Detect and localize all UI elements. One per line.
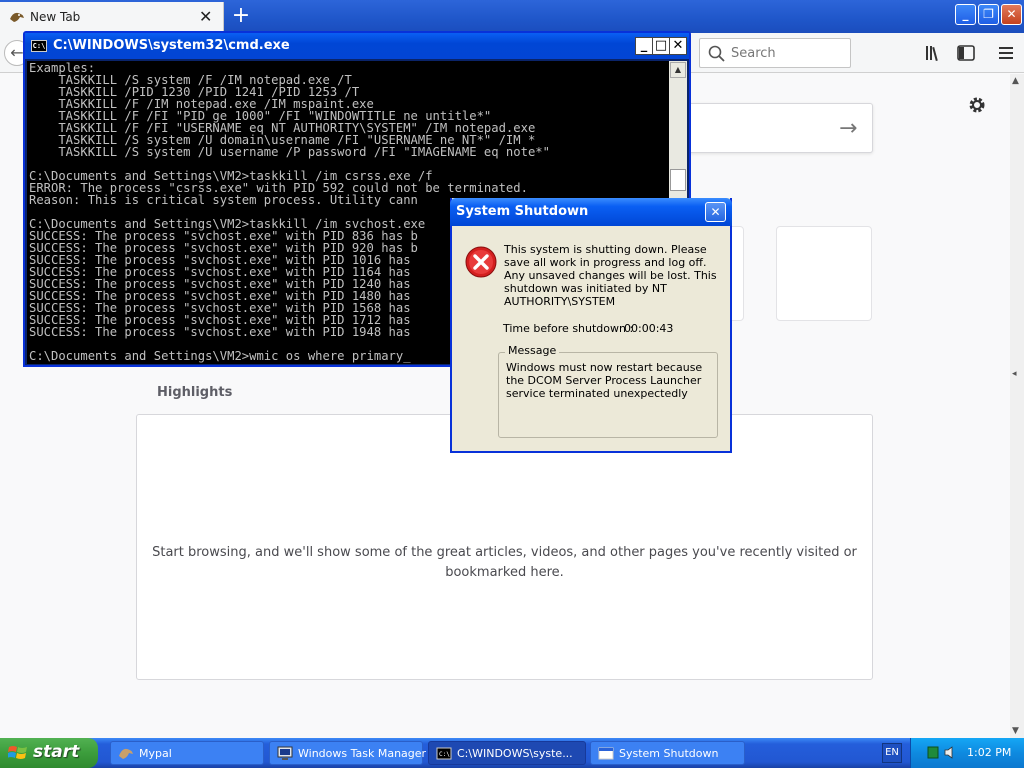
taskbar-item-label: C:\WINDOWS\syste... bbox=[457, 747, 573, 760]
close-button[interactable]: ✕ bbox=[1001, 4, 1022, 25]
tray-app-icon[interactable] bbox=[927, 746, 939, 759]
tab-close-icon[interactable]: ✕ bbox=[199, 7, 212, 26]
cmd-maximize-button[interactable]: □ bbox=[652, 37, 670, 55]
scroll-thumb-icon[interactable]: ◂ bbox=[1012, 369, 1017, 379]
start-button[interactable]: start bbox=[0, 738, 98, 768]
scroll-up-icon[interactable]: ▲ bbox=[1012, 76, 1019, 86]
shutdown-warning: This system is shutting down. Please sav… bbox=[504, 243, 717, 308]
mypal-logo-icon bbox=[119, 748, 133, 759]
time-before-shutdown-value: 00:00:43 bbox=[624, 322, 674, 335]
restore-button[interactable]: ❐ bbox=[978, 4, 999, 25]
taskbar-item-task-manager[interactable]: Windows Task Manager bbox=[269, 741, 427, 765]
cmd-minimize-button[interactable]: _ bbox=[635, 37, 653, 55]
search-icon bbox=[708, 45, 725, 62]
page-search-box[interactable]: → bbox=[688, 103, 873, 153]
dialog-close-button[interactable]: ✕ bbox=[705, 202, 726, 222]
scroll-up-icon[interactable]: ▲ bbox=[670, 62, 686, 78]
highlights-card: Start browsing, and we'll show some of t… bbox=[136, 414, 873, 680]
tab-strip: New Tab ✕ + _ ❐ ✕ bbox=[0, 0, 1024, 33]
clock[interactable]: 1:02 PM bbox=[967, 746, 1011, 759]
taskbar-item-label: System Shutdown bbox=[619, 747, 719, 760]
windows-logo-icon bbox=[8, 746, 27, 759]
scroll-down-icon[interactable]: ▼ bbox=[1012, 726, 1019, 736]
start-label: start bbox=[33, 742, 80, 762]
cmd-scroll-thumb[interactable] bbox=[670, 169, 686, 191]
message-text: Windows must now restart because the DCO… bbox=[506, 361, 711, 433]
cmd-title: C:\WINDOWS\system32\cmd.exe bbox=[53, 38, 290, 53]
dialog-titlebar[interactable]: System Shutdown ✕ bbox=[450, 198, 732, 226]
system-tray: 1:02 PM bbox=[910, 738, 1024, 768]
top-site-tile[interactable] bbox=[776, 226, 872, 321]
arrow-right-icon[interactable]: → bbox=[839, 116, 857, 141]
svg-text:C:\: C:\ bbox=[439, 751, 450, 758]
time-before-shutdown-label: Time before shutdown : bbox=[503, 322, 634, 335]
dialog-title: System Shutdown bbox=[456, 204, 589, 219]
menu-icon[interactable] bbox=[996, 43, 1016, 63]
cmd-close-button[interactable]: ✕ bbox=[669, 37, 687, 55]
taskbar: start Mypal Windows Task Manager C:\ C:\… bbox=[0, 738, 1024, 768]
taskbar-item-mypal[interactable]: Mypal bbox=[110, 741, 264, 765]
taskbar-item-label: Mypal bbox=[139, 747, 172, 760]
tab-new-tab[interactable]: New Tab ✕ bbox=[0, 2, 224, 33]
window-icon bbox=[598, 747, 614, 760]
taskbar-item-system-shutdown[interactable]: System Shutdown bbox=[590, 741, 745, 765]
page-scrollbar[interactable]: ▲ ◂ ▼ bbox=[1010, 74, 1024, 738]
cmd-titlebar[interactable]: C:\ C:\WINDOWS\system32\cmd.exe _ □ ✕ bbox=[25, 33, 689, 59]
library-icon[interactable] bbox=[924, 43, 944, 63]
taskbar-item-cmd[interactable]: C:\ C:\WINDOWS\syste... bbox=[428, 741, 586, 765]
highlights-heading: Highlights bbox=[157, 385, 233, 400]
search-input[interactable]: Search bbox=[699, 38, 851, 68]
message-group-label: Message bbox=[505, 344, 560, 357]
highlights-empty-message: Start browsing, and we'll show some of t… bbox=[152, 545, 857, 580]
error-icon bbox=[465, 246, 497, 278]
mypal-logo-icon bbox=[10, 12, 24, 22]
system-shutdown-dialog[interactable]: System Shutdown ✕ This system is shuttin… bbox=[450, 198, 732, 453]
language-indicator[interactable]: EN bbox=[882, 743, 902, 763]
minimize-button[interactable]: _ bbox=[955, 4, 976, 25]
sidebar-icon[interactable] bbox=[956, 43, 976, 63]
cmd-icon: C:\ bbox=[31, 40, 47, 52]
search-placeholder: Search bbox=[731, 46, 776, 61]
speaker-icon[interactable] bbox=[943, 745, 957, 760]
gear-icon[interactable] bbox=[966, 94, 988, 116]
cmd-icon: C:\ bbox=[436, 747, 452, 760]
console-line: TASKKILL /S system /U username /P passwo… bbox=[29, 145, 550, 159]
taskbar-item-label: Windows Task Manager bbox=[298, 747, 427, 760]
task-manager-icon bbox=[277, 746, 293, 760]
tab-title: New Tab bbox=[30, 10, 81, 24]
new-tab-button[interactable]: + bbox=[230, 2, 252, 30]
